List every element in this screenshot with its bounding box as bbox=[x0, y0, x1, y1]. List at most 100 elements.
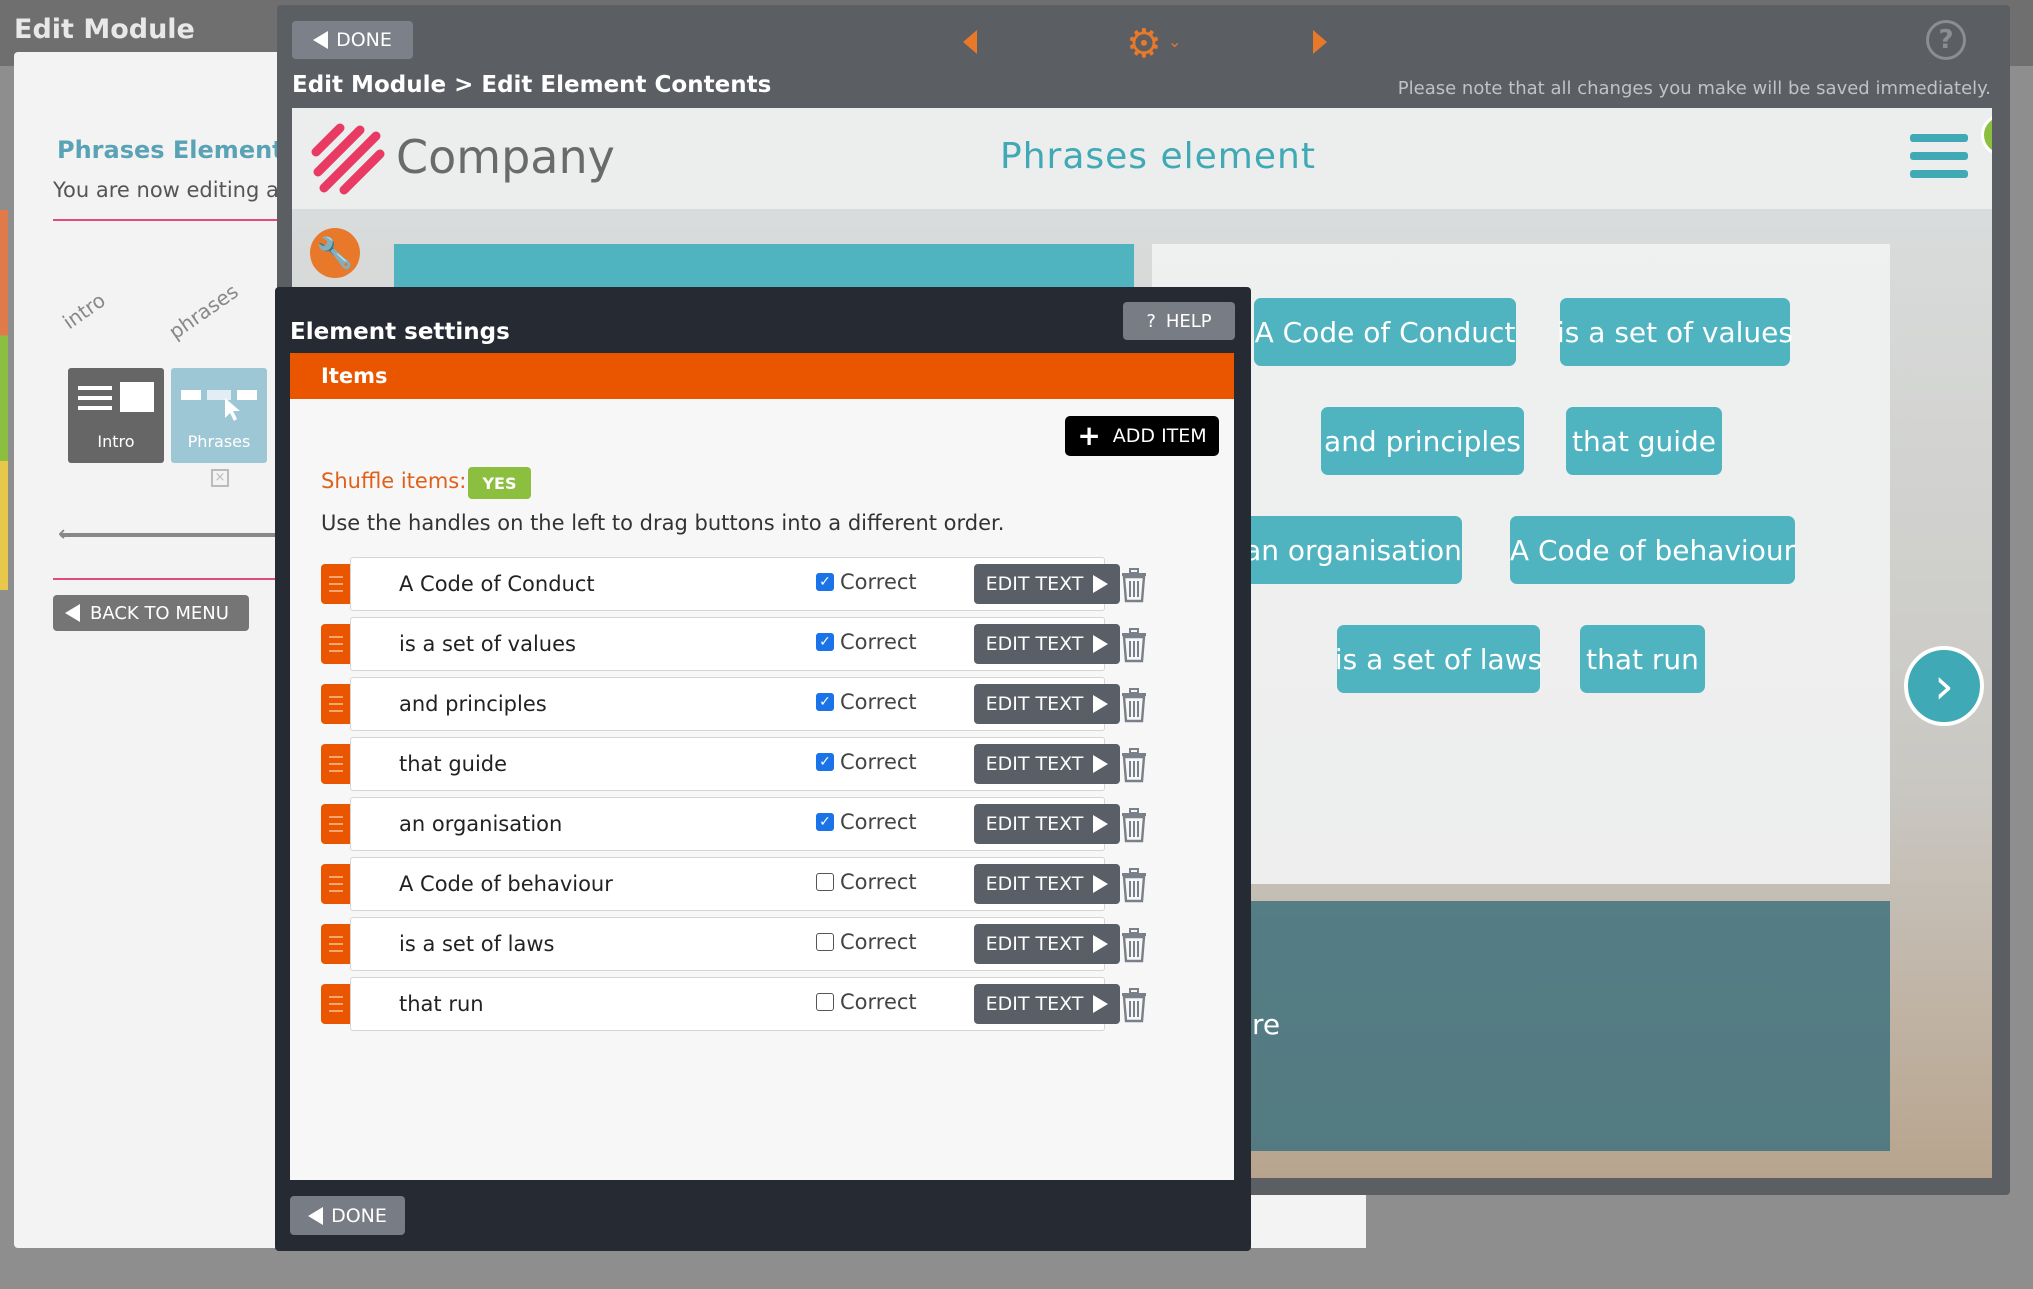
add-icon[interactable]: + bbox=[1981, 114, 1992, 156]
edit-text-button[interactable]: EDIT TEXT bbox=[974, 564, 1120, 604]
chevron-right-icon[interactable]: › bbox=[1904, 646, 1984, 726]
item-text: an organisation bbox=[399, 812, 563, 836]
correct-label: Correct bbox=[840, 630, 917, 654]
item-box: is a set of laws Correct EDIT TEXT bbox=[350, 917, 1120, 971]
gear-icon[interactable]: ⚙ bbox=[1126, 24, 1162, 64]
correct-checkbox[interactable]: Correct bbox=[816, 990, 917, 1014]
drag-handle-icon[interactable] bbox=[321, 624, 351, 664]
checkbox-icon[interactable] bbox=[816, 933, 834, 951]
correct-label: Correct bbox=[840, 810, 917, 834]
next-icon[interactable] bbox=[1313, 30, 1327, 54]
edit-text-button[interactable]: EDIT TEXT bbox=[974, 624, 1120, 664]
background-lower-panel bbox=[1251, 1195, 1366, 1248]
edit-text-label: EDIT TEXT bbox=[985, 693, 1084, 715]
add-item-button[interactable]: + ADD ITEM bbox=[1065, 416, 1219, 456]
correct-checkbox[interactable]: Correct bbox=[816, 930, 917, 954]
item-box: that guide ✓ Correct EDIT TEXT bbox=[350, 737, 1120, 791]
background-color-strip bbox=[0, 210, 8, 590]
phrase-chip[interactable]: is a set of laws bbox=[1335, 625, 1542, 693]
drag-handle-icon[interactable] bbox=[321, 864, 351, 904]
checkbox-icon[interactable]: ✓ bbox=[816, 633, 834, 651]
item-box: and principles ✓ Correct EDIT TEXT bbox=[350, 677, 1120, 731]
edit-text-button[interactable]: EDIT TEXT bbox=[974, 804, 1120, 844]
wrench-icon[interactable]: 🔧 bbox=[310, 228, 360, 278]
checkbox-icon[interactable] bbox=[816, 993, 834, 1011]
shuffle-toggle[interactable]: YES bbox=[468, 467, 531, 499]
drag-handle-icon[interactable] bbox=[321, 984, 351, 1024]
tile-phrases-label: Phrases bbox=[187, 432, 251, 451]
divider bbox=[53, 578, 283, 580]
checkbox-icon[interactable]: ✓ bbox=[816, 813, 834, 831]
item-text: A Code of behaviour bbox=[399, 872, 613, 896]
drag-handle-icon[interactable] bbox=[321, 564, 351, 604]
phrase-chip[interactable]: and principles bbox=[1321, 407, 1524, 475]
help-button[interactable]: ? HELP bbox=[1123, 302, 1235, 340]
phrase-chip[interactable]: an organisation bbox=[1244, 516, 1462, 584]
trash-icon[interactable] bbox=[1119, 627, 1149, 663]
correct-checkbox[interactable]: ✓ Correct bbox=[816, 750, 917, 774]
drag-handle-icon[interactable] bbox=[321, 804, 351, 844]
phrase-chip[interactable]: A Code of Conduct bbox=[1254, 298, 1516, 366]
correct-label: Correct bbox=[840, 570, 917, 594]
done-button[interactable]: DONE bbox=[292, 21, 413, 59]
play-icon bbox=[1093, 935, 1109, 953]
correct-checkbox[interactable]: ✓ Correct bbox=[816, 570, 917, 594]
chevron-down-icon[interactable]: ⌄ bbox=[1168, 32, 1181, 51]
correct-checkbox[interactable]: Correct bbox=[816, 870, 917, 894]
tile-phrases[interactable]: Phrases bbox=[171, 368, 267, 463]
arrow-left-icon bbox=[313, 31, 329, 49]
divider bbox=[53, 219, 283, 221]
item-row: is a set of laws Correct EDIT TEXT bbox=[321, 917, 1146, 971]
play-icon bbox=[1093, 755, 1109, 773]
phrase-chip[interactable]: that run bbox=[1580, 625, 1705, 693]
item-row: A Code of Conduct ✓ Correct EDIT TEXT bbox=[321, 557, 1146, 611]
background-title: Edit Module bbox=[14, 14, 195, 45]
play-icon bbox=[1093, 815, 1109, 833]
correct-checkbox[interactable]: ✓ Correct bbox=[816, 810, 917, 834]
phrase-chip[interactable]: is a set of values bbox=[1557, 298, 1793, 366]
trash-icon[interactable] bbox=[1119, 567, 1149, 603]
tile-intro[interactable]: Intro bbox=[68, 368, 164, 463]
tile-scrollbar[interactable] bbox=[60, 533, 280, 537]
plus-icon: + bbox=[1077, 419, 1101, 452]
back-to-menu-button[interactable]: BACK TO MENU bbox=[53, 595, 249, 631]
item-row: A Code of behaviour Correct EDIT TEXT bbox=[321, 857, 1146, 911]
help-icon[interactable]: ? bbox=[1926, 20, 1966, 60]
edit-text-label: EDIT TEXT bbox=[985, 633, 1084, 655]
checkbox-icon[interactable]: ✓ bbox=[816, 693, 834, 711]
trash-icon[interactable] bbox=[1119, 927, 1149, 963]
item-text: that run bbox=[399, 992, 484, 1016]
drag-handle-icon[interactable] bbox=[321, 684, 351, 724]
close-icon[interactable]: × bbox=[211, 469, 229, 487]
edit-text-button[interactable]: EDIT TEXT bbox=[974, 744, 1120, 784]
trash-icon[interactable] bbox=[1119, 687, 1149, 723]
edit-text-label: EDIT TEXT bbox=[985, 993, 1084, 1015]
edit-text-button[interactable]: EDIT TEXT bbox=[974, 924, 1120, 964]
done-label: DONE bbox=[336, 29, 392, 51]
edit-text-button[interactable]: EDIT TEXT bbox=[974, 984, 1120, 1024]
phrase-chip[interactable]: that guide bbox=[1566, 407, 1722, 475]
trash-icon[interactable] bbox=[1119, 807, 1149, 843]
menu-icon[interactable] bbox=[1910, 134, 1968, 188]
previous-icon[interactable] bbox=[963, 30, 977, 54]
drag-handle-icon[interactable] bbox=[321, 924, 351, 964]
checkbox-icon[interactable] bbox=[816, 873, 834, 891]
drag-handle-icon[interactable] bbox=[321, 744, 351, 784]
dialog-title: Element settings bbox=[290, 319, 510, 345]
phrase-chip[interactable]: A Code of behaviour bbox=[1510, 516, 1795, 584]
item-text: A Code of Conduct bbox=[399, 572, 595, 596]
add-item-label: ADD ITEM bbox=[1112, 425, 1207, 447]
done-label: DONE bbox=[331, 1204, 387, 1227]
item-row: that guide ✓ Correct EDIT TEXT bbox=[321, 737, 1146, 791]
edit-text-button[interactable]: EDIT TEXT bbox=[974, 684, 1120, 724]
correct-checkbox[interactable]: ✓ Correct bbox=[816, 690, 917, 714]
correct-checkbox[interactable]: ✓ Correct bbox=[816, 630, 917, 654]
checkbox-icon[interactable]: ✓ bbox=[816, 753, 834, 771]
done-button[interactable]: DONE bbox=[290, 1196, 405, 1235]
edit-text-button[interactable]: EDIT TEXT bbox=[974, 864, 1120, 904]
trash-icon[interactable] bbox=[1119, 867, 1149, 903]
checkbox-icon[interactable]: ✓ bbox=[816, 573, 834, 591]
trash-icon[interactable] bbox=[1119, 747, 1149, 783]
edit-text-label: EDIT TEXT bbox=[985, 933, 1084, 955]
trash-icon[interactable] bbox=[1119, 987, 1149, 1023]
